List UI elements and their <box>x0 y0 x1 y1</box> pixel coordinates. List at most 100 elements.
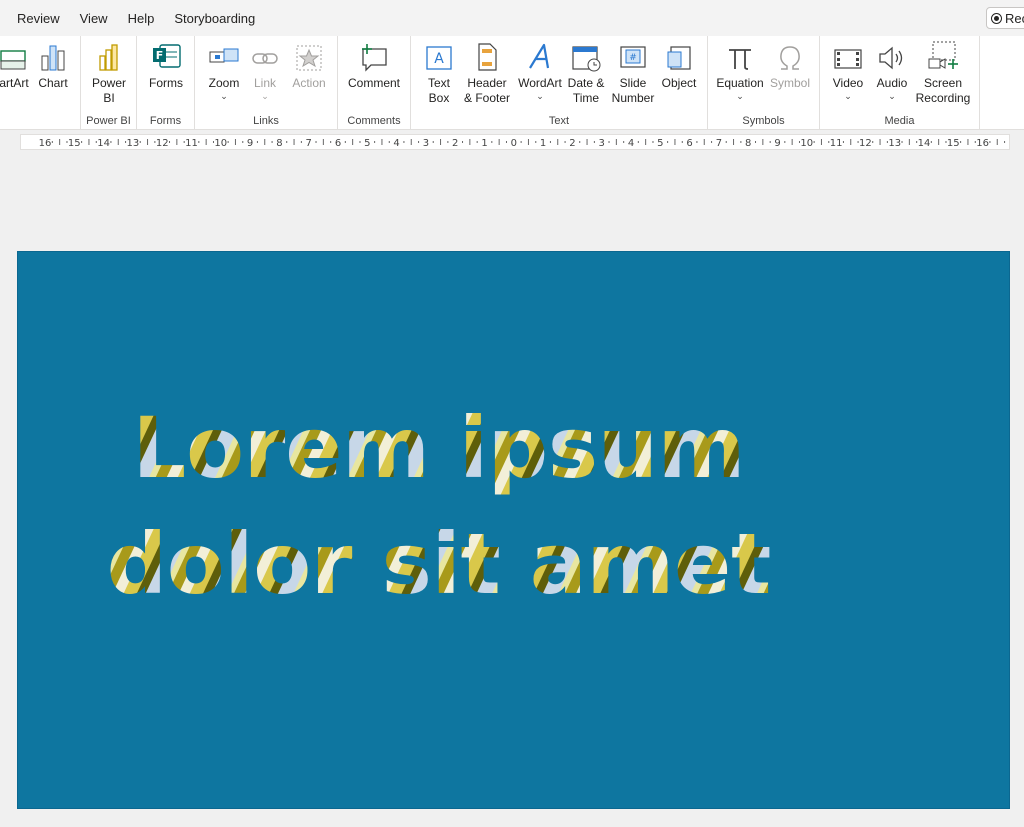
screen-recording-label-1: Screen <box>923 76 963 90</box>
menu-bar: Review View Help Storyboarding Rec <box>0 0 1024 36</box>
action-icon <box>287 38 331 72</box>
menu-review[interactable]: Review <box>0 0 70 36</box>
powerbi-label-2: BI <box>103 91 115 105</box>
slide-number-button[interactable]: # Slide Number <box>609 38 657 106</box>
comment-icon <box>344 38 404 72</box>
ruler-label: 15 <box>947 138 960 149</box>
zoom-icon <box>203 38 245 72</box>
svg-text:F: F <box>156 49 164 62</box>
slide-canvas[interactable]: Lorem ipsum dolor sit amet <box>17 251 1010 809</box>
ruler-label: 9 <box>247 138 253 149</box>
screen-recording-button[interactable]: Screen Recording <box>914 38 972 106</box>
wordart-line-2: dolor sit amet <box>107 515 772 613</box>
date-time-label-1: Date & <box>567 76 605 90</box>
ruler-label: 0 <box>511 138 517 149</box>
powerbi-icon <box>87 38 131 72</box>
video-button[interactable]: Video ⌄ <box>828 38 868 101</box>
ruler-label: 12 <box>859 138 872 149</box>
link-label: Link <box>253 76 276 90</box>
action-button[interactable]: Action <box>287 38 331 91</box>
audio-button[interactable]: Audio ⌄ <box>872 38 912 101</box>
ruler-label: 16 <box>976 138 989 149</box>
screen-recording-label-2: Recording <box>915 91 971 105</box>
header-footer-label-1: Header <box>467 76 507 90</box>
link-chevron-down-icon: ⌄ <box>261 91 269 101</box>
group-symbols: Equation ⌄ Symbol Symbols <box>708 36 820 130</box>
ruler-label: 7 <box>306 138 312 149</box>
ruler-label: 14 <box>918 138 931 149</box>
comment-label: Comment <box>347 76 400 90</box>
group-label-powerbi: Power BI <box>86 115 131 127</box>
group-illustrations: artArt Chart <box>0 36 81 130</box>
object-icon <box>659 38 699 72</box>
date-time-button[interactable]: Date & Time <box>565 38 607 106</box>
group-label-text: Text <box>548 115 570 127</box>
zoom-label: Zoom <box>208 76 240 90</box>
wordart-button[interactable]: WordArt ⌄ <box>515 38 565 101</box>
group-media: Video ⌄ Audio ⌄ Screen Recording Media <box>820 36 980 130</box>
equation-button[interactable]: Equation ⌄ <box>714 38 766 101</box>
ruler-label: 8 <box>276 138 282 149</box>
object-button[interactable]: Object <box>659 38 699 91</box>
header-footer-icon <box>461 38 513 72</box>
symbol-label: Symbol <box>769 76 810 90</box>
ruler-label: 15 <box>68 138 81 149</box>
ruler-label: 16 <box>39 138 52 149</box>
ruler-label: 10 <box>214 138 227 149</box>
screen-recording-icon <box>914 38 972 72</box>
video-chevron-down-icon: ⌄ <box>844 91 852 101</box>
horizontal-ruler[interactable]: 16 15 14 13 12 11 10 9 8 7 6 5 4 3 2 1 0 1 2 3 4 5 6 7 8 9 10 11 12 1… <box>20 134 1010 150</box>
menu-help[interactable]: Help <box>118 0 165 36</box>
ruler-label: 3 <box>423 138 429 149</box>
chart-button[interactable]: Chart <box>36 38 70 91</box>
slide-number-label-1: Slide <box>619 76 647 90</box>
svg-text:#: # <box>629 53 637 63</box>
ruler-label: 11 <box>830 138 843 149</box>
ruler-label: 1 <box>540 138 546 149</box>
ruler-label: 12 <box>156 138 169 149</box>
textbox-label-2: Box <box>428 91 450 105</box>
ruler-label: 8 <box>745 138 751 149</box>
ruler-label: 7 <box>716 138 722 149</box>
date-time-label-2: Time <box>572 91 600 105</box>
video-label: Video <box>832 76 864 90</box>
audio-label: Audio <box>876 76 908 90</box>
ruler-label: 9 <box>774 138 780 149</box>
chart-icon <box>36 38 70 72</box>
powerbi-label-1: Power <box>91 76 126 90</box>
menu-storyboarding[interactable]: Storyboarding <box>164 0 265 36</box>
group-label-media: Media <box>884 115 915 127</box>
ruler-label: 13 <box>127 138 140 149</box>
smartart-button[interactable]: artArt <box>0 38 36 91</box>
ruler-label: 2 <box>569 138 575 149</box>
pi-icon <box>714 38 766 72</box>
textbox-label-1: Text <box>427 76 450 90</box>
wordart-text[interactable]: Lorem ipsum dolor sit amet <box>18 252 1011 810</box>
group-label-links: Links <box>253 115 279 127</box>
wordart-icon <box>515 38 565 72</box>
ruler-label: 14 <box>97 138 110 149</box>
record-button[interactable]: Rec <box>986 7 1024 29</box>
calendar-icon <box>565 38 607 72</box>
zoom-button[interactable]: Zoom ⌄ <box>203 38 245 101</box>
comment-button[interactable]: Comment <box>344 38 404 91</box>
ruler-label: 4 <box>393 138 399 149</box>
header-footer-button[interactable]: Header & Footer <box>461 38 513 106</box>
ruler-label: 1 <box>481 138 487 149</box>
link-icon <box>247 38 283 72</box>
menu-view[interactable]: View <box>70 0 118 36</box>
link-button[interactable]: Link ⌄ <box>247 38 283 101</box>
textbox-button[interactable]: A Text Box <box>421 38 457 106</box>
wordart-chevron-down-icon: ⌄ <box>536 91 544 101</box>
video-icon <box>828 38 868 72</box>
equation-label: Equation <box>716 76 764 90</box>
group-label-symbols: Symbols <box>742 115 785 127</box>
powerbi-button[interactable]: Power BI <box>87 38 131 106</box>
object-label: Object <box>661 76 697 90</box>
group-label-comments: Comments <box>347 115 401 127</box>
forms-button[interactable]: F Forms <box>145 38 187 91</box>
forms-icon: F <box>145 38 187 72</box>
svg-text:A: A <box>434 51 444 67</box>
ruler-label: 3 <box>599 138 605 149</box>
symbol-button[interactable]: Symbol <box>768 38 812 91</box>
